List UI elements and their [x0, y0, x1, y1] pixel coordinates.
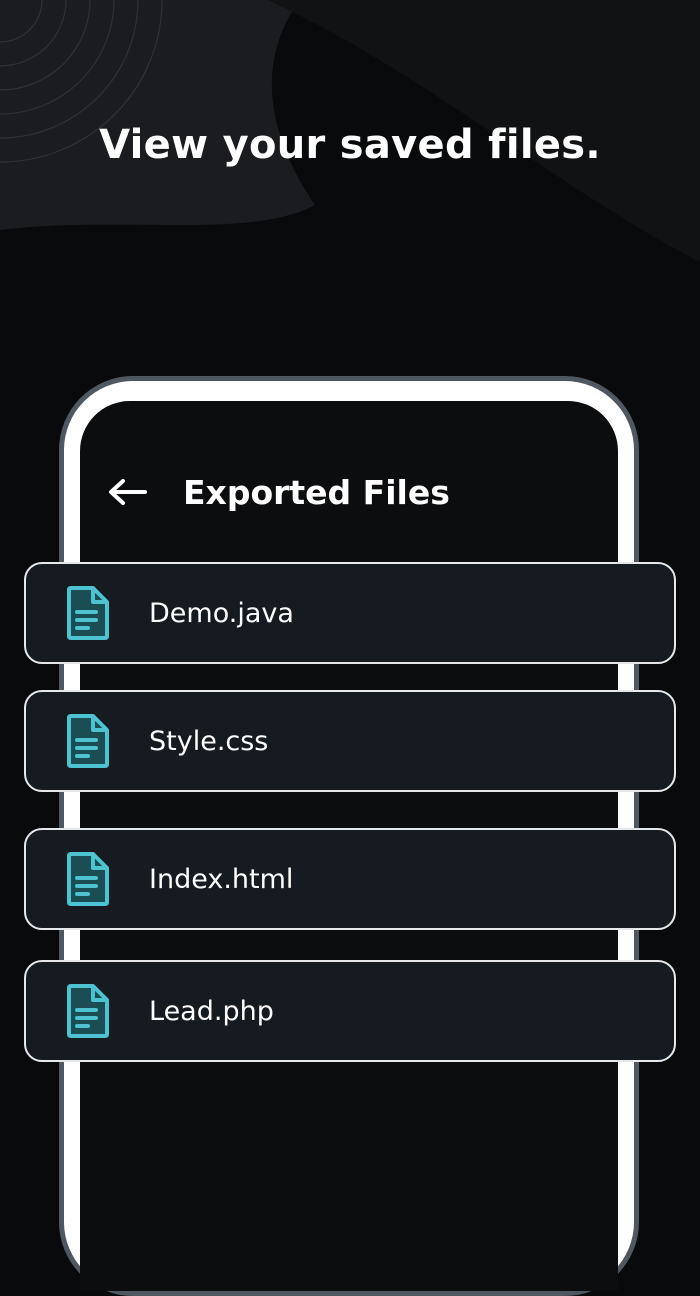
- file-name: Demo.java: [149, 597, 294, 629]
- app-header: Exported Files: [103, 468, 450, 516]
- file-item[interactable]: Style.css: [24, 690, 676, 792]
- file-item[interactable]: Demo.java: [24, 562, 676, 664]
- page-title: Exported Files: [183, 472, 450, 512]
- document-icon: [67, 586, 109, 640]
- onboarding-headline: View your saved files.: [99, 122, 601, 168]
- document-icon: [67, 852, 109, 906]
- file-name: Lead.php: [149, 995, 274, 1027]
- document-icon: [67, 984, 109, 1038]
- back-button[interactable]: [103, 468, 151, 516]
- document-icon: [67, 714, 109, 768]
- arrow-left-icon: [109, 479, 147, 505]
- file-item[interactable]: Index.html: [24, 828, 676, 930]
- file-name: Index.html: [149, 863, 294, 895]
- file-item[interactable]: Lead.php: [24, 960, 676, 1062]
- file-name: Style.css: [149, 725, 269, 757]
